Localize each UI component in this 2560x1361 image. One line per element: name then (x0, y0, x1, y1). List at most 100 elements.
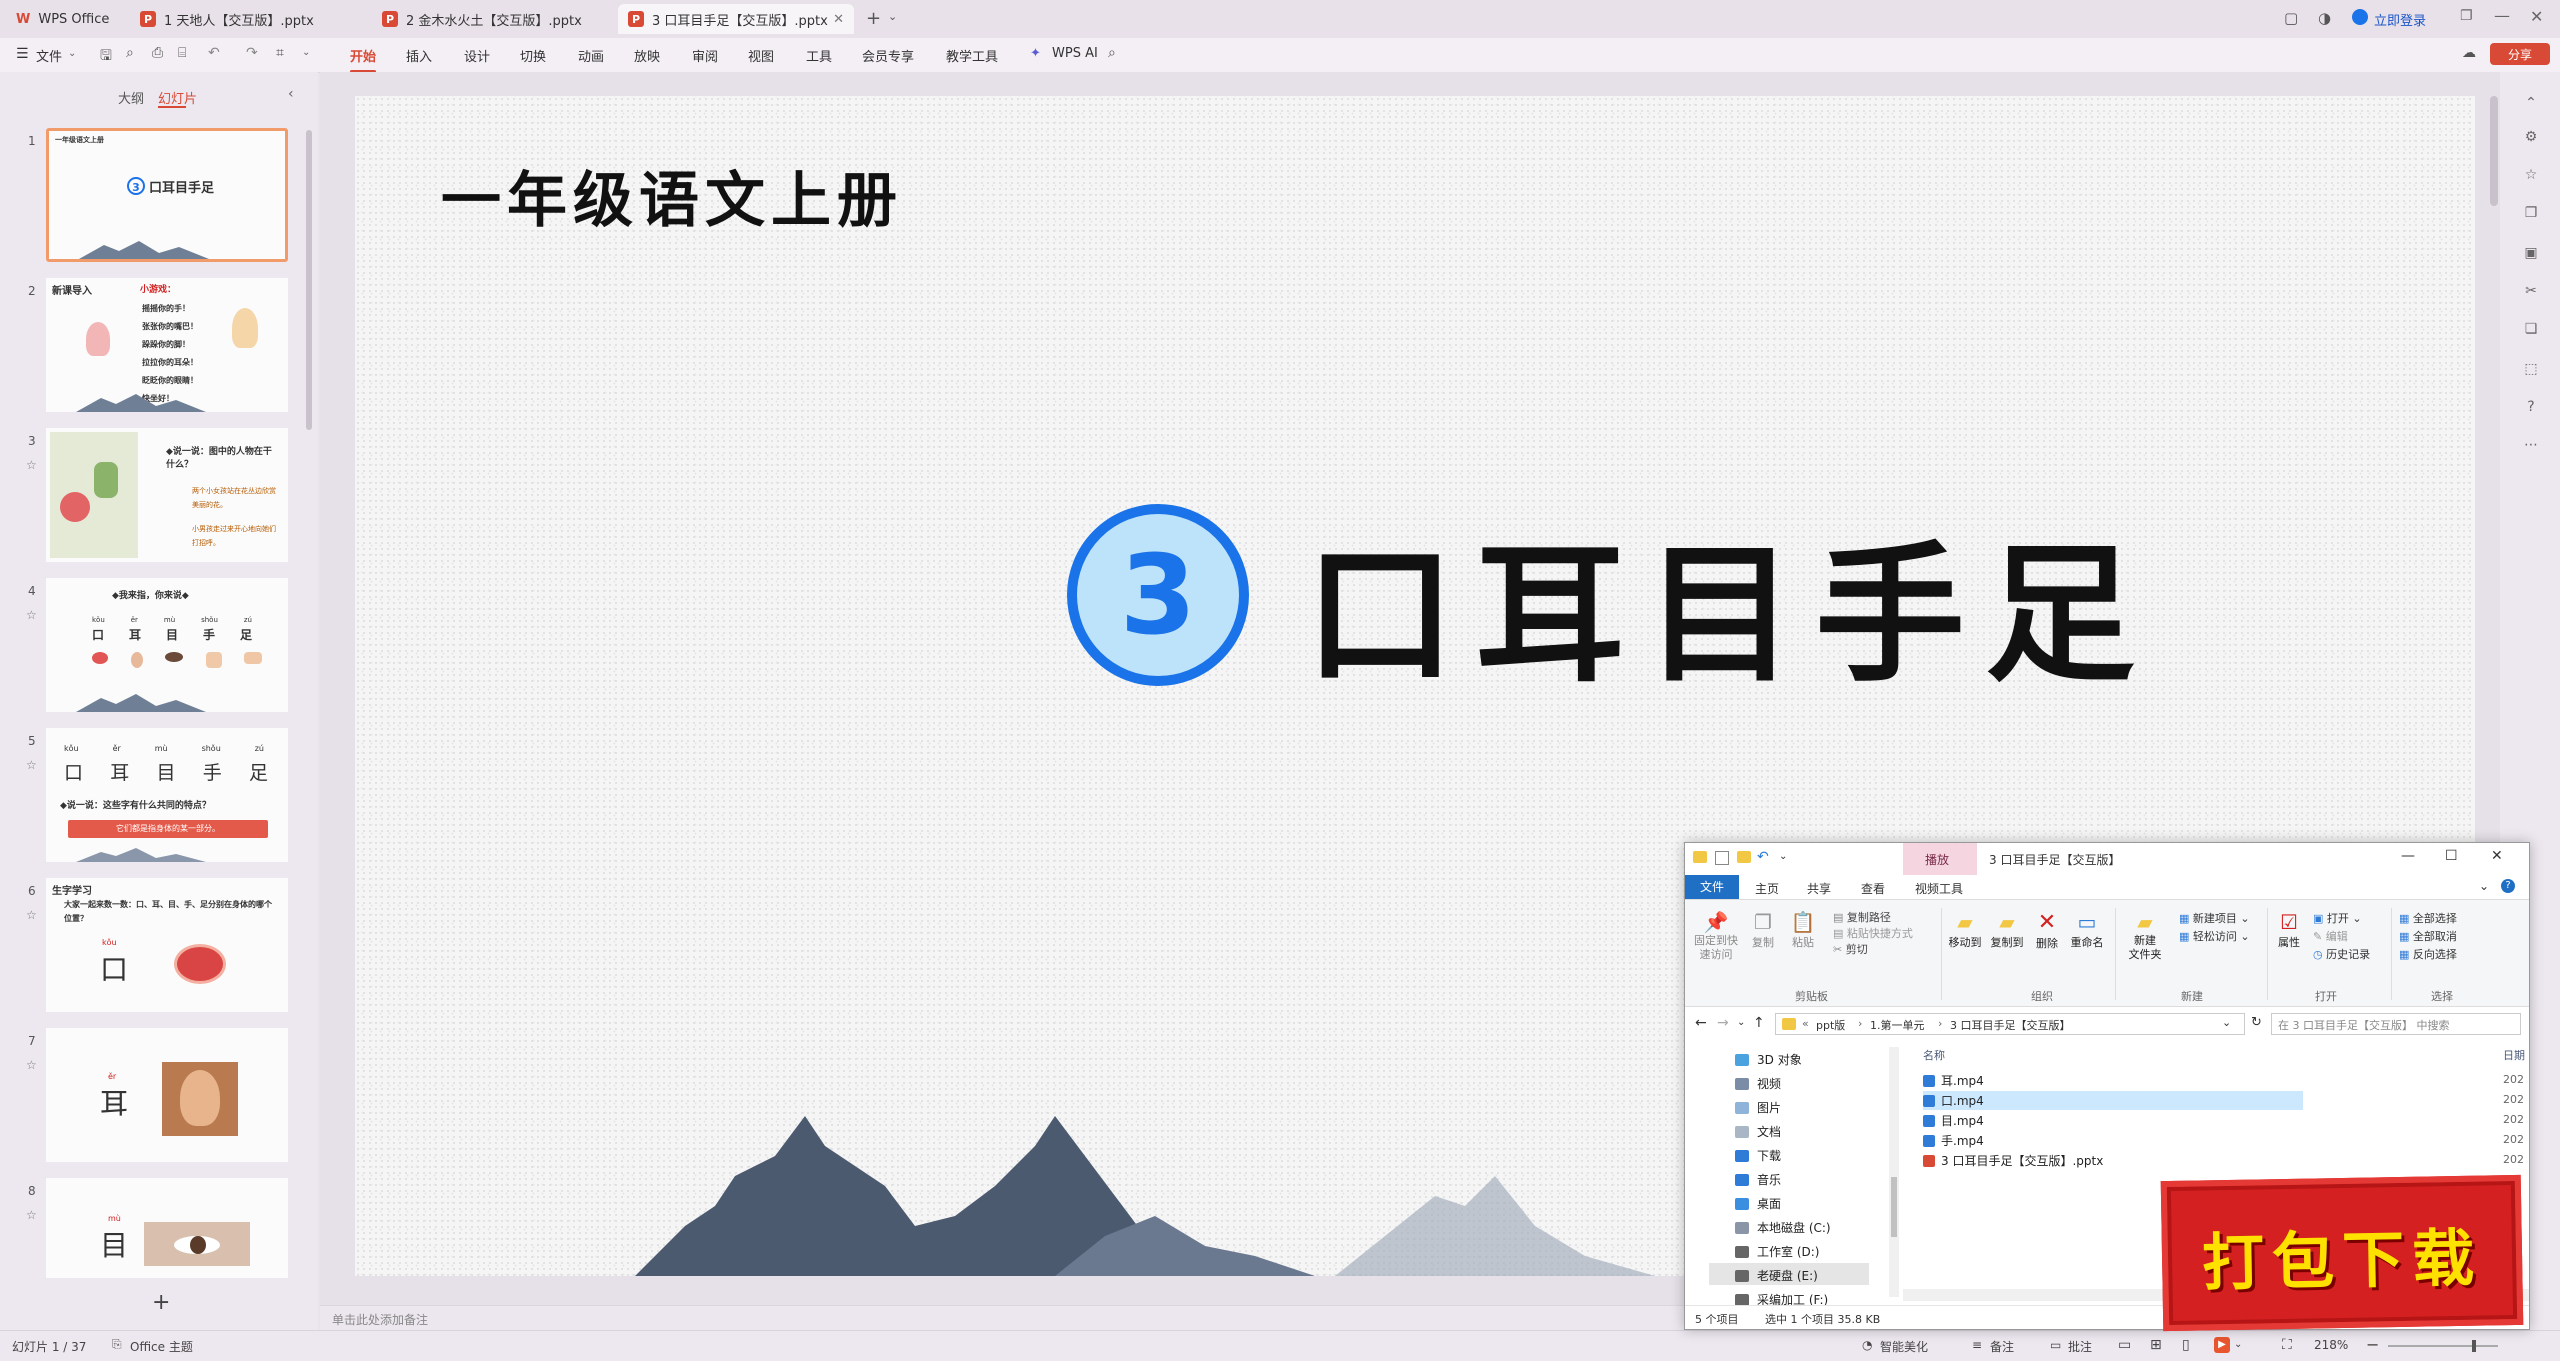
rename-button[interactable]: ▭ 重命名 (2067, 910, 2107, 950)
copy-icon[interactable]: ❐ (2522, 204, 2540, 222)
copy-button[interactable]: ❐ 复制 (1745, 910, 1781, 950)
context-tab-label[interactable]: 播放 (1925, 851, 1949, 868)
slide-thumb-3[interactable]: ◆说一说：图中的人物在干什么？ 两个小女孩站在花丛边欣赏美丽的花。 小男孩走过来… (46, 428, 288, 562)
hamburger-icon[interactable]: ☰ (16, 46, 29, 62)
restore-icon[interactable]: ❐ (2460, 8, 2473, 24)
format-painter-icon[interactable]: ⌗ (276, 45, 284, 61)
tab-teaching-tools[interactable]: 教学工具 (946, 46, 998, 65)
nav-desktop[interactable]: 桌面 (1735, 1195, 1781, 1212)
slide-thumb-5[interactable]: kǒu ěr mù shǒu zú 口 耳 目 手 足 ◆说一说：这些字有什么共… (46, 728, 288, 862)
slide-thumb-2[interactable]: 新课导入 小游戏： 摇摇你的手！ 张张你的嘴巴！ 跺跺你的脚！ 拉拉你的耳朵！ … (46, 278, 288, 412)
invert-selection-button[interactable]: ▦ 反向选择 (2399, 946, 2457, 964)
nav-3d-objects[interactable]: 3D 对象 (1735, 1051, 1802, 1068)
star-icon[interactable]: ☆ (26, 608, 37, 622)
window-icon[interactable]: ▢ (2284, 9, 2298, 27)
sorter-view-icon[interactable]: ⊞ (2150, 1337, 2162, 1353)
new-folder-icon[interactable] (1737, 851, 1751, 863)
zoom-slider[interactable] (2388, 1345, 2498, 1347)
search-doc-icon[interactable]: ⌕ (126, 45, 134, 61)
zoom-out-icon[interactable]: − (2366, 1335, 2379, 1354)
tab-file[interactable]: 文件 (1685, 875, 1739, 899)
new-item-button[interactable]: ▦ 新建项目 ⌄ (2179, 910, 2250, 928)
tab-doc-3[interactable]: P 3 口耳目手足【交互版】.pptx ✕ (618, 4, 854, 34)
easy-access-button[interactable]: ▦ 轻松访问 ⌄ (2179, 928, 2250, 946)
pin-quick-access-button[interactable]: 📌 固定到快 速访问 (1691, 910, 1741, 962)
normal-view-icon[interactable]: ▭ (2118, 1337, 2131, 1353)
nav-documents[interactable]: 文档 (1735, 1123, 1781, 1140)
nav-music[interactable]: 音乐 (1735, 1171, 1781, 1188)
minimize-icon[interactable]: — (2401, 848, 2415, 864)
paste-button[interactable]: 📋 粘贴 (1785, 910, 1821, 950)
tab-share[interactable]: 共享 (1807, 880, 1831, 897)
tab-view[interactable]: 查看 (1861, 880, 1885, 897)
minimize-icon[interactable]: — (2494, 6, 2510, 25)
select-all-button[interactable]: ▦ 全部选择 (2399, 910, 2457, 928)
properties-icon[interactable] (1715, 851, 1729, 865)
cloud-icon[interactable]: ☁ (2462, 45, 2476, 61)
tab-home[interactable]: 主页 (1755, 880, 1779, 897)
delete-button[interactable]: ✕ 删除 (2031, 910, 2063, 951)
notes-button[interactable]: 备注 (1990, 1338, 2014, 1355)
chevron-down-icon[interactable]: ⌄ (1737, 1017, 1745, 1028)
nav-downloads[interactable]: 下载 (1735, 1147, 1781, 1164)
copy-path-button[interactable]: ▤ 复制路径 (1833, 910, 1913, 926)
move-to-button[interactable]: ▰ 移动到 (1945, 910, 1985, 950)
chevron-down-icon[interactable]: ⌄ (68, 48, 76, 59)
help-icon[interactable]: ? (2501, 879, 2515, 893)
share-button[interactable]: 分享 (2490, 43, 2550, 65)
star-icon[interactable]: ☆ (26, 908, 37, 922)
save-icon[interactable]: 🖫 (100, 45, 112, 69)
edit-button[interactable]: ✎ 编辑 (2313, 928, 2370, 946)
nav-drive-c[interactable]: 本地磁盘 (C:) (1735, 1219, 1831, 1236)
notes-placeholder[interactable]: 单击此处添加备注 (332, 1311, 428, 1328)
panel-scrollbar[interactable] (306, 130, 312, 430)
login-link[interactable]: 立即登录 (2374, 10, 2426, 29)
nav-drive-e[interactable]: 老硬盘 (E:) (1735, 1267, 1818, 1284)
canvas-scrollbar[interactable] (2490, 96, 2498, 206)
file-item[interactable]: 耳.mp4 (1923, 1071, 2303, 1090)
address-bar[interactable]: « ppt版 › 1.第一单元 › 3 口耳目手足【交互版】 ⌄ (1775, 1013, 2245, 1035)
book-icon[interactable]: ❏ (2522, 320, 2540, 338)
nav-scrollbar[interactable] (1889, 1047, 1899, 1297)
close-icon[interactable]: ✕ (2491, 848, 2503, 864)
star-icon[interactable]: ☆ (2522, 166, 2540, 184)
search-input[interactable]: 在 3 口耳目手足【交互版】 中搜索 (2271, 1013, 2521, 1035)
slide-thumb-7[interactable]: ěr 耳 (46, 1028, 288, 1162)
fit-icon[interactable]: ⛶ (2282, 1337, 2292, 1353)
tab-view[interactable]: 视图 (748, 46, 774, 65)
chevron-down-icon[interactable]: ⌄ (2234, 1339, 2242, 1350)
properties-button[interactable]: ☑ 属性 (2271, 910, 2307, 950)
file-item[interactable]: 手.mp4 (1923, 1131, 2303, 1150)
up-icon[interactable]: ↑ (1753, 1015, 1765, 1031)
star-icon[interactable]: ☆ (26, 1058, 37, 1072)
tools-icon[interactable]: ✂ (2522, 282, 2540, 300)
search-icon[interactable]: ⌕ (1108, 45, 1116, 61)
chevron-down-icon[interactable]: ⌄ (302, 47, 310, 58)
tab-animation[interactable]: 动画 (578, 46, 604, 65)
star-icon[interactable]: ☆ (26, 458, 37, 472)
new-tab-icon[interactable]: + (866, 8, 881, 29)
tab-doc-1[interactable]: P 1 天地人【交互版】.pptx (130, 4, 366, 34)
nav-drive-d[interactable]: 工作室 (D:) (1735, 1243, 1819, 1260)
cut-button[interactable]: ✂ 剪切 (1833, 942, 1913, 958)
zoom-slider-thumb[interactable] (2472, 1340, 2476, 1352)
tab-outline[interactable]: 大纲 (118, 88, 144, 107)
maximize-icon[interactable]: ☐ (2445, 848, 2458, 864)
file-item[interactable]: 口.mp4 (1923, 1091, 2303, 1110)
tab-review[interactable]: 审阅 (692, 46, 718, 65)
close-icon[interactable]: ✕ (833, 12, 844, 27)
select-none-button[interactable]: ▦ 全部取消 (2399, 928, 2457, 946)
star-icon[interactable]: ☆ (26, 1208, 37, 1222)
download-banner[interactable]: 打包下载 (2160, 1174, 2524, 1332)
tab-doc-2[interactable]: P 2 金木水火土【交互版】.pptx (372, 4, 612, 34)
slide-thumb-1[interactable]: 一年级语文上册 3 口耳目手足 (46, 128, 288, 262)
tab-insert[interactable]: 插入 (406, 46, 432, 65)
tab-transition[interactable]: 切换 (520, 46, 546, 65)
print-icon[interactable]: ⎙ (152, 45, 163, 61)
smart-beautify-button[interactable]: 智能美化 (1880, 1338, 1928, 1355)
print-preview-icon[interactable]: ⌸ (178, 45, 186, 61)
chevron-up-icon[interactable]: ⌃ (2522, 94, 2540, 112)
nav-videos[interactable]: 视频 (1735, 1075, 1781, 1092)
tab-slideshow[interactable]: 放映 (634, 46, 660, 65)
chevron-down-icon[interactable]: ⌄ (888, 10, 897, 23)
